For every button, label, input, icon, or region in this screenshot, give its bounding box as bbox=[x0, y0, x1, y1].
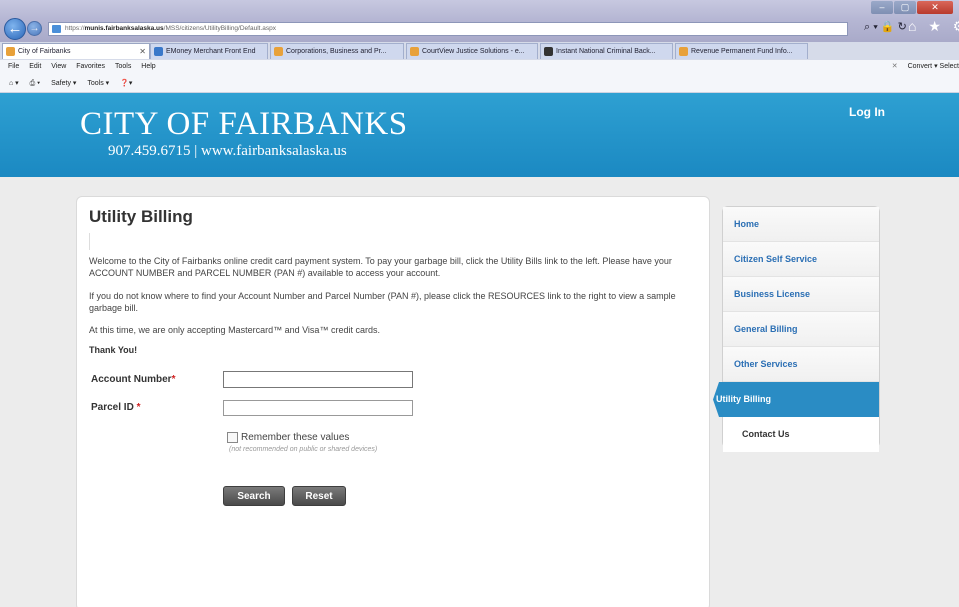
label-text: Account Number bbox=[91, 374, 172, 385]
divider bbox=[89, 233, 90, 250]
parcel-id-label: Parcel ID * bbox=[91, 402, 141, 413]
favicon-icon bbox=[410, 47, 419, 56]
window-controls: – ▢ ✕ bbox=[871, 1, 953, 14]
favicon-icon bbox=[544, 47, 553, 56]
search-button[interactable]: Search bbox=[223, 486, 285, 506]
maximize-button[interactable]: ▢ bbox=[894, 1, 916, 14]
menu-view[interactable]: View bbox=[51, 63, 66, 70]
browser-tab-courtview[interactable]: CourtView Justice Solutions - e... bbox=[406, 43, 538, 59]
tab-label: Instant National Criminal Back... bbox=[556, 48, 656, 55]
minimize-button[interactable]: – bbox=[871, 1, 893, 14]
remember-values-note: (not recommended on public or shared dev… bbox=[229, 446, 378, 453]
address-tools[interactable]: ⌕ ▾ 🔒 ↻ bbox=[864, 20, 907, 34]
required-marker: * bbox=[171, 374, 176, 385]
nav-item-other-services[interactable]: Other Services bbox=[723, 347, 879, 382]
back-arrow-icon[interactable]: ← bbox=[4, 18, 26, 40]
nav-item-business-license[interactable]: Business License bbox=[723, 277, 879, 312]
nav-item-contact-us[interactable]: Contact Us bbox=[723, 417, 879, 452]
browser-tab-corporations[interactable]: Corporations, Business and Pr... bbox=[270, 43, 404, 59]
home-page-icon[interactable]: ⌂ ▾ bbox=[9, 80, 19, 87]
pdf-convert-toolbar: ✕ Convert ▾ Select bbox=[891, 63, 959, 70]
tab-label: City of Fairbanks bbox=[18, 48, 71, 55]
favicon-icon bbox=[154, 47, 163, 56]
site-header: CITY OF FAIRBANKS 907.459.6715 | www.fai… bbox=[0, 93, 959, 177]
select-button[interactable]: Select bbox=[940, 63, 959, 70]
menu-bar: File Edit View Favorites Tools Help bbox=[0, 60, 959, 74]
menu-tools[interactable]: Tools bbox=[115, 63, 131, 70]
forward-arrow-icon[interactable]: → bbox=[27, 21, 42, 36]
nav-item-general-billing[interactable]: General Billing bbox=[723, 312, 879, 347]
browser-tab-city-of-fairbanks[interactable]: City of Fairbanks ✕ bbox=[2, 43, 150, 59]
remember-values-checkbox[interactable] bbox=[227, 432, 238, 443]
reset-button[interactable]: Reset bbox=[292, 486, 346, 506]
nav-item-home[interactable]: Home bbox=[723, 207, 879, 242]
browser-tab-revenue[interactable]: Revenue Permanent Fund Info... bbox=[675, 43, 808, 59]
url-path: /MSS/citizens/UtilityBilling/Default.asp… bbox=[163, 25, 276, 32]
tab-label: CourtView Justice Solutions - e... bbox=[422, 48, 525, 55]
menu-help[interactable]: Help bbox=[141, 63, 155, 70]
account-number-label: Account Number* bbox=[91, 374, 175, 385]
label-text: Parcel ID bbox=[91, 402, 134, 413]
page-title: Utility Billing bbox=[89, 207, 193, 226]
menu-favorites[interactable]: Favorites bbox=[76, 63, 105, 70]
url-prefix: https:// bbox=[65, 25, 85, 32]
utility-billing-panel: Utility Billing Welcome to the City of F… bbox=[76, 196, 710, 607]
tab-label: EMoney Merchant Front End bbox=[166, 48, 256, 55]
required-marker: * bbox=[136, 402, 141, 413]
favicon-icon bbox=[6, 47, 15, 56]
help-icon[interactable]: ❓▾ bbox=[120, 80, 132, 87]
favicon-icon bbox=[274, 47, 283, 56]
close-window-button[interactable]: ✕ bbox=[917, 1, 953, 14]
browser-titlebar: – ▢ ✕ ← → https://munis.fairbanksalaska.… bbox=[0, 0, 959, 42]
cards-paragraph: At this time, we are only accepting Mast… bbox=[89, 325, 380, 335]
resources-paragraph: If you do not know where to find your Ac… bbox=[89, 291, 676, 313]
nav-item-citizen-self-service[interactable]: Citizen Self Service bbox=[723, 242, 879, 277]
remember-values-label[interactable]: Remember these values bbox=[241, 432, 349, 443]
account-number-input[interactable] bbox=[223, 371, 413, 388]
convert-button[interactable]: Convert bbox=[908, 63, 933, 70]
thank-you-text: Thank You! bbox=[89, 345, 138, 355]
side-navigation: Home Citizen Self Service Business Licen… bbox=[713, 206, 880, 452]
site-title[interactable]: CITY OF FAIRBANKS bbox=[80, 106, 408, 143]
address-bar[interactable]: https://munis.fairbanksalaska.us/MSS/cit… bbox=[48, 22, 848, 36]
close-toolbar-icon[interactable]: ✕ bbox=[892, 63, 898, 70]
nav-item-utility-billing[interactable]: Utility Billing bbox=[713, 382, 879, 417]
browser-tab-instant-criminal[interactable]: Instant National Criminal Back... bbox=[540, 43, 673, 59]
parcel-id-input[interactable] bbox=[223, 400, 413, 416]
menu-edit[interactable]: Edit bbox=[29, 63, 41, 70]
browser-tab-emoney[interactable]: EMoney Merchant Front End bbox=[150, 43, 268, 59]
favicon-icon bbox=[679, 47, 688, 56]
url-domain: munis.fairbanksalaska.us bbox=[84, 25, 164, 32]
site-favicon-icon bbox=[52, 25, 61, 33]
intro-paragraph: Welcome to the City of Fairbanks online … bbox=[89, 256, 672, 278]
log-in-link[interactable]: Log In bbox=[849, 105, 885, 119]
home-favorites-settings-icons[interactable]: ⌂ ★ ⚙ bbox=[908, 18, 959, 35]
site-contact-line: 907.459.6715 | www.fairbanksalaska.us bbox=[108, 143, 347, 159]
print-icon[interactable]: ⎙ ▾ bbox=[30, 80, 41, 87]
close-tab-icon[interactable]: ✕ bbox=[139, 44, 146, 59]
menu-file[interactable]: File bbox=[8, 63, 19, 70]
safety-menu[interactable]: Safety ▾ bbox=[51, 80, 76, 87]
command-bar: ⌂ ▾ ⎙ ▾ Safety ▾ Tools ▾ ❓▾ bbox=[0, 74, 959, 93]
tab-strip: City of Fairbanks ✕ EMoney Merchant Front… bbox=[0, 42, 959, 60]
tab-label: Revenue Permanent Fund Info... bbox=[691, 48, 793, 55]
tab-label: Corporations, Business and Pr... bbox=[286, 48, 387, 55]
tools-menu[interactable]: Tools ▾ bbox=[87, 80, 109, 87]
